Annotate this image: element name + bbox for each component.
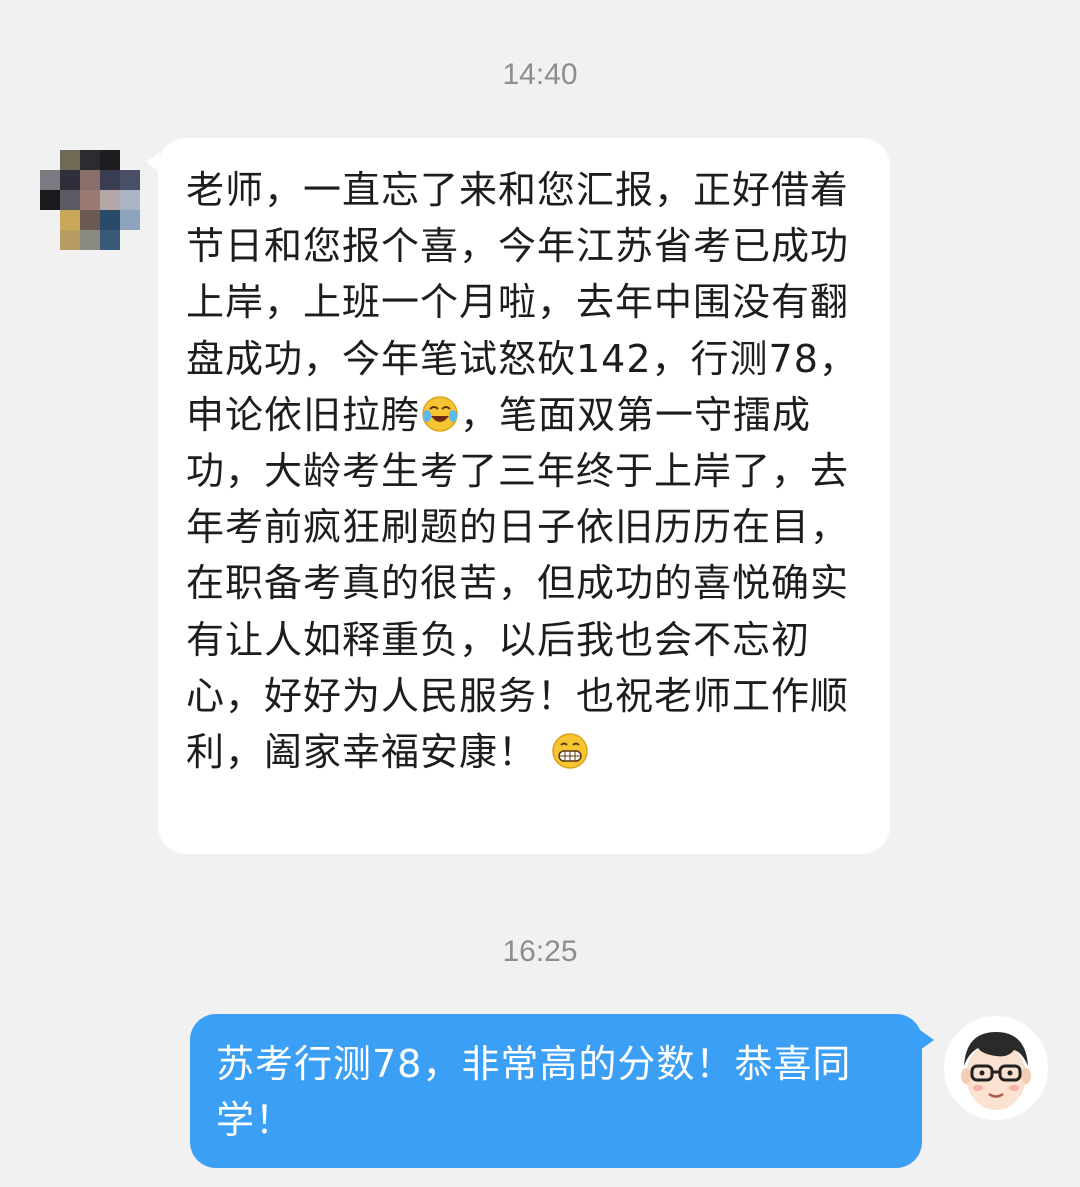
outgoing-message-bubble[interactable]: 苏考行测78，非常高的分数！恭喜同学！ [190,1014,934,1168]
incoming-message-bubble[interactable]: 老师，一直忘了来和您汇报，正好借着节日和您报个喜，今年江苏省考已成功上岸，上班一… [146,138,890,854]
teacher-avatar[interactable] [944,1016,1048,1120]
laughing-crying-emoji-icon [422,396,458,432]
grinning-emoji-icon [552,733,588,769]
timestamp: 16:25 [502,935,578,968]
incoming-message-text: 老师，一直忘了来和您汇报，正好借着节日和您报个喜，今年江苏省考已成功上岸，上班一… [186,162,870,780]
outgoing-message-text: 苏考行测78，非常高的分数！恭喜同学！ [216,1042,852,1143]
timestamp: 14:40 [502,58,578,91]
sender-avatar[interactable] [40,150,140,250]
message-segment: ，笔面双第一守擂成功，大龄考生考了三年终于上岸了，去年考前疯狂刷题的日子依旧历历… [186,392,850,775]
cartoon-face-icon [944,1016,1048,1120]
